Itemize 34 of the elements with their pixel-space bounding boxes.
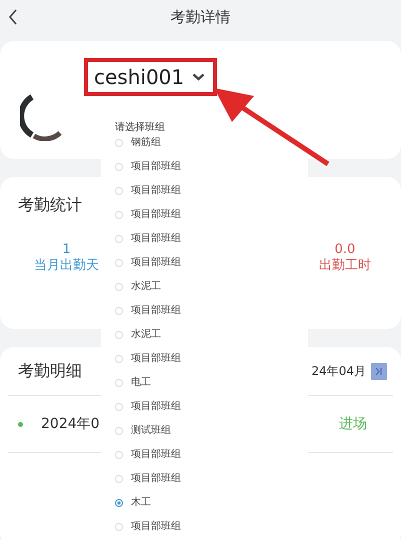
dropdown-option[interactable]: 项目部班组	[131, 161, 181, 173]
chevron-down-icon	[192, 73, 206, 81]
status-dot	[18, 422, 23, 426]
dropdown-option[interactable]: 水泥工	[131, 281, 161, 293]
dropdown-option[interactable]: 项目部班组	[131, 257, 181, 269]
dropdown-option[interactable]: 钢筋组	[131, 137, 161, 149]
dropdown-option[interactable]: 项目部班组	[131, 209, 181, 221]
page-title: 考勤详情	[170, 8, 230, 26]
dropdown-option[interactable]: 项目部班组	[131, 521, 181, 533]
dropdown-option[interactable]: 项目部班组	[131, 233, 181, 245]
stat-value: 0.0	[334, 242, 356, 258]
record-date: 2024年0	[41, 415, 100, 433]
dropdown-option[interactable]: 电工	[131, 377, 151, 389]
record-status: 进场	[339, 415, 367, 433]
dropdown-option[interactable]: 项目部班组	[131, 449, 181, 461]
section-title: 考勤统计	[18, 195, 82, 214]
next-month-icon[interactable]	[371, 362, 387, 380]
dropdown-option[interactable]: 水泥工	[131, 329, 161, 341]
month-label: 24年04月	[311, 362, 366, 380]
dropdown-title: 请选择班组	[115, 122, 165, 134]
dropdown-option[interactable]: 项目部班组	[131, 473, 181, 485]
dropdown-option[interactable]: 项目部班组	[131, 401, 181, 413]
name-dropdown[interactable]: ceshi001	[84, 58, 218, 96]
radio-button[interactable]	[115, 499, 123, 507]
dropdown-option[interactable]: 项目部班组	[131, 353, 181, 365]
back-icon[interactable]	[8, 9, 18, 25]
stat-label: 当月出勤天	[34, 258, 99, 274]
stat-value: 1	[62, 242, 71, 258]
section-title: 考勤明细	[18, 360, 82, 382]
dropdown-option[interactable]: 木工	[131, 497, 151, 509]
dropdown-option[interactable]: 测试班组	[131, 425, 171, 437]
dropdown-option[interactable]: 项目部班组	[131, 185, 181, 197]
stat-label: 出勤工时	[319, 258, 371, 274]
dropdown-option[interactable]: 项目部班组	[131, 305, 181, 317]
